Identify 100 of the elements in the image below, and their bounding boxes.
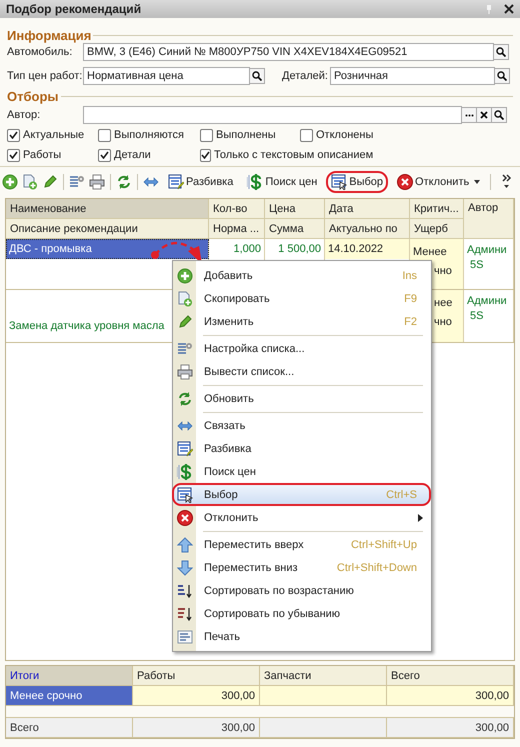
arrow-down-icon [177, 560, 193, 576]
table-cell-text: нее [434, 296, 452, 311]
checkbox[interactable] [200, 148, 211, 162]
checkbox-label: Работы [23, 149, 62, 161]
section-heading: Информация [7, 28, 92, 42]
close-icon [480, 111, 488, 119]
table-cell: Всего [6, 718, 133, 738]
column-header[interactable]: Автор [464, 199, 514, 239]
dollar-icon [177, 464, 193, 480]
field-label: Автор: [7, 109, 42, 121]
menu-item[interactable]: Переместить вниз Ctrl+Shift+Down [172, 556, 431, 579]
menu-item[interactable]: Выбор Ctrl+S [172, 483, 431, 506]
document-plus-icon [177, 290, 193, 306]
document-plus-icon[interactable] [22, 174, 38, 190]
toolbar-button[interactable]: Поиск цен [242, 171, 322, 193]
plus-circle-icon[interactable] [2, 174, 18, 190]
pencil-icon[interactable] [42, 174, 58, 190]
author-field[interactable] [83, 106, 462, 124]
menu-item[interactable]: Отклонить [172, 506, 431, 529]
search-button[interactable] [492, 107, 507, 123]
toolbar-button[interactable]: Отклонить [392, 171, 486, 193]
table-cell[interactable]: ДВС - промывка [6, 239, 209, 259]
menu-item[interactable]: Сортировать по убыванию [172, 602, 431, 625]
car-field[interactable]: BMW, 3 (E46) Синий № М800УР750 VIN X4XEV184X4EG09521 [83, 43, 494, 61]
arrow-up-icon [177, 536, 193, 552]
plus-circle-icon [177, 268, 193, 284]
clear-button[interactable] [477, 107, 492, 123]
close-icon[interactable] [504, 4, 514, 14]
search-icon [494, 110, 504, 120]
work-price-field[interactable]: Нормативная цена [83, 67, 250, 85]
checkbox-label: Актуальные [23, 129, 84, 141]
column-header[interactable]: Кол-во [209, 199, 265, 219]
column-header[interactable]: Наименование [6, 199, 209, 219]
dollar-icon [247, 174, 264, 190]
refresh-icon[interactable] [116, 174, 132, 190]
sort-ascending-icon [177, 582, 193, 598]
menu-item[interactable]: Поиск цен [172, 460, 431, 483]
search-icon [496, 47, 506, 57]
section-heading: Отборы [7, 88, 58, 104]
checkbox[interactable] [98, 128, 111, 142]
table-cell: 1,000 [209, 239, 265, 259]
toolbar-button[interactable]: Разбивка [163, 171, 238, 193]
menu-item[interactable]: Сортировать по возрастанию [172, 579, 431, 602]
column-header[interactable]: Актуально по [325, 219, 410, 239]
checkbox[interactable] [7, 148, 20, 162]
checkbox-label: Детали [114, 149, 151, 161]
list-gear-icon [177, 340, 193, 356]
checkbox[interactable] [98, 148, 111, 162]
toolbar-button[interactable]: Выбор [326, 171, 388, 193]
checkbox-label: Выполнены [216, 129, 276, 141]
cross-circle-icon [177, 510, 193, 526]
column-header: Всего [387, 666, 514, 686]
field-label: Деталей: [282, 70, 329, 82]
checkbox-label: Только с текстовым описанием [214, 149, 374, 161]
search-button[interactable] [494, 44, 509, 60]
menu-item[interactable]: Обновить [172, 387, 431, 410]
column-header[interactable]: Норма ... [209, 219, 265, 239]
menu-item[interactable]: Добавить Ins [172, 264, 431, 287]
printer-icon [177, 364, 193, 380]
table-cell-text: чно [434, 315, 452, 330]
menu-item[interactable]: Печать [172, 625, 431, 648]
table-cell-text: 5S [469, 309, 484, 324]
column-header[interactable]: Цена [265, 199, 325, 219]
field-label: Тип цен работ: [7, 70, 83, 82]
column-header: Запчасти [260, 666, 387, 686]
column-header[interactable]: Ущерб [410, 219, 464, 239]
table-cell: 300,00 [387, 686, 514, 706]
column-header: Работы [133, 666, 260, 686]
menu-item[interactable]: Связать [172, 414, 431, 437]
checkbox-label: Отклонены [316, 129, 374, 141]
column-header: Итоги [6, 666, 133, 686]
printer-icon[interactable] [89, 174, 105, 190]
ellipsis-button[interactable] [462, 107, 477, 123]
table-cell-text: 5S [469, 258, 484, 273]
table-cell: 300,00 [387, 718, 514, 738]
table-cell[interactable]: Менее срочно [6, 686, 133, 706]
column-header[interactable]: Дата [325, 199, 410, 219]
menu-item[interactable]: Скопировать F9 [172, 287, 431, 310]
column-header[interactable]: Описание рекомендации [6, 219, 209, 239]
search-button[interactable] [495, 68, 510, 84]
column-header[interactable]: Сумма [265, 219, 325, 239]
list-gear-icon[interactable] [69, 174, 85, 190]
table-pencil-icon [168, 174, 184, 190]
menu-item[interactable]: Разбивка [172, 437, 431, 460]
parts-price-field[interactable]: Розничная [330, 67, 495, 85]
checkbox[interactable] [7, 128, 20, 142]
table-cell: 300,00 [133, 686, 260, 706]
pencil-icon [177, 314, 193, 330]
table-cell: Админи [467, 294, 507, 309]
table-cursor-icon [331, 174, 348, 190]
checkbox[interactable] [200, 128, 213, 142]
menu-item[interactable]: Переместить вверх Ctrl+Shift+Up [172, 533, 431, 556]
sort-descending-icon [177, 606, 193, 622]
search-icon [497, 71, 507, 81]
column-header[interactable]: Критич... [410, 199, 464, 219]
menu-item[interactable]: Вывести список... [172, 360, 431, 383]
document-lines-icon [177, 628, 193, 644]
checkbox[interactable] [300, 128, 313, 142]
field-label: Автомобиль: [7, 46, 74, 58]
search-button[interactable] [250, 68, 265, 84]
